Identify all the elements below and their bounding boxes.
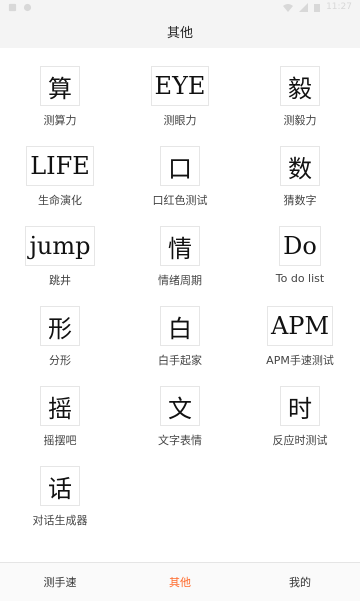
tile-label: 对话生成器 [32,514,88,527]
tab-hand-speed[interactable]: 测手速 [0,563,120,601]
tile-glyph: Do [279,226,321,266]
tile-label: 摇摆吧 [43,434,77,447]
tile-glyph: 摇 [40,386,80,426]
tile-glyph: 数 [280,146,320,186]
tile-life[interactable]: LIFE 生命演化 [0,128,120,208]
tile-label: 白手起家 [158,354,202,367]
tile-glyph: EYE [150,66,210,106]
tile-jump[interactable]: jump 跳井 [0,208,120,288]
page-header: 其他 [0,14,360,48]
tab-mine[interactable]: 我的 [240,563,360,601]
tile-fractal[interactable]: 形 分形 [0,288,120,368]
tile-label: To do list [275,272,325,285]
status-bar: 11:27 [0,0,360,14]
tile-dialogue-generator[interactable]: 话 对话生成器 [0,448,120,528]
tile-reaction-time[interactable]: 时 反应时测试 [240,368,360,448]
tile-swing[interactable]: 摇 摇摆吧 [0,368,120,448]
tile-label: 猜数字 [283,194,317,207]
tile-calc[interactable]: 算 测算力 [0,48,120,128]
tile-label: 测算力 [43,114,77,127]
tile-label: 文字表情 [158,434,202,447]
tile-todo[interactable]: Do To do list [240,208,360,288]
tile-label: 跳井 [49,274,71,287]
tile-glyph: jump [25,226,95,266]
notification-icon [8,3,17,12]
tile-glyph: 形 [40,306,80,346]
tools-grid: 算 测算力 EYE 测眼力 毅 测毅力 LIFE 生命演化 口 口红色测试 数 … [0,48,360,560]
tile-guess-number[interactable]: 数 猜数字 [240,128,360,208]
tile-label: 口红色测试 [152,194,208,207]
tile-glyph: 毅 [280,66,320,106]
tile-self-made[interactable]: 白 白手起家 [120,288,240,368]
tile-perseverance[interactable]: 毅 测毅力 [240,48,360,128]
tile-label: 生命演化 [38,194,82,207]
tile-label: 反应时测试 [272,434,328,447]
tile-glyph: 情 [160,226,200,266]
tile-glyph: 口 [160,146,200,186]
status-time: 11:27 [326,2,352,12]
page-title: 其他 [166,25,193,41]
tile-glyph: 文 [160,386,200,426]
tile-label: APM手速测试 [266,354,334,367]
tile-glyph: 算 [40,66,80,106]
debug-icon [23,3,32,12]
tile-apm[interactable]: APM APM手速测试 [240,288,360,368]
tile-label: 情绪周期 [158,274,202,287]
tab-label: 测手速 [43,576,77,589]
tile-eye[interactable]: EYE 测眼力 [120,48,240,128]
tile-lipstick[interactable]: 口 口红色测试 [120,128,240,208]
tab-label: 其他 [169,576,191,589]
tile-label: 测毅力 [283,114,317,127]
tile-glyph: 白 [160,306,200,346]
battery-icon [314,3,321,12]
bottom-nav: 测手速 其他 我的 [0,562,360,601]
tile-label: 分形 [49,354,71,367]
signal-icon [299,2,309,12]
tab-label: 我的 [289,576,311,589]
wifi-icon [283,3,294,12]
tile-glyph: LIFE [26,146,94,186]
tile-glyph: 话 [40,466,80,506]
tab-other[interactable]: 其他 [120,563,240,601]
tile-text-emoji[interactable]: 文 文字表情 [120,368,240,448]
tile-mood-cycle[interactable]: 情 情绪周期 [120,208,240,288]
tile-label: 测眼力 [163,114,197,127]
tile-glyph: APM [266,306,334,346]
tile-glyph: 时 [280,386,320,426]
